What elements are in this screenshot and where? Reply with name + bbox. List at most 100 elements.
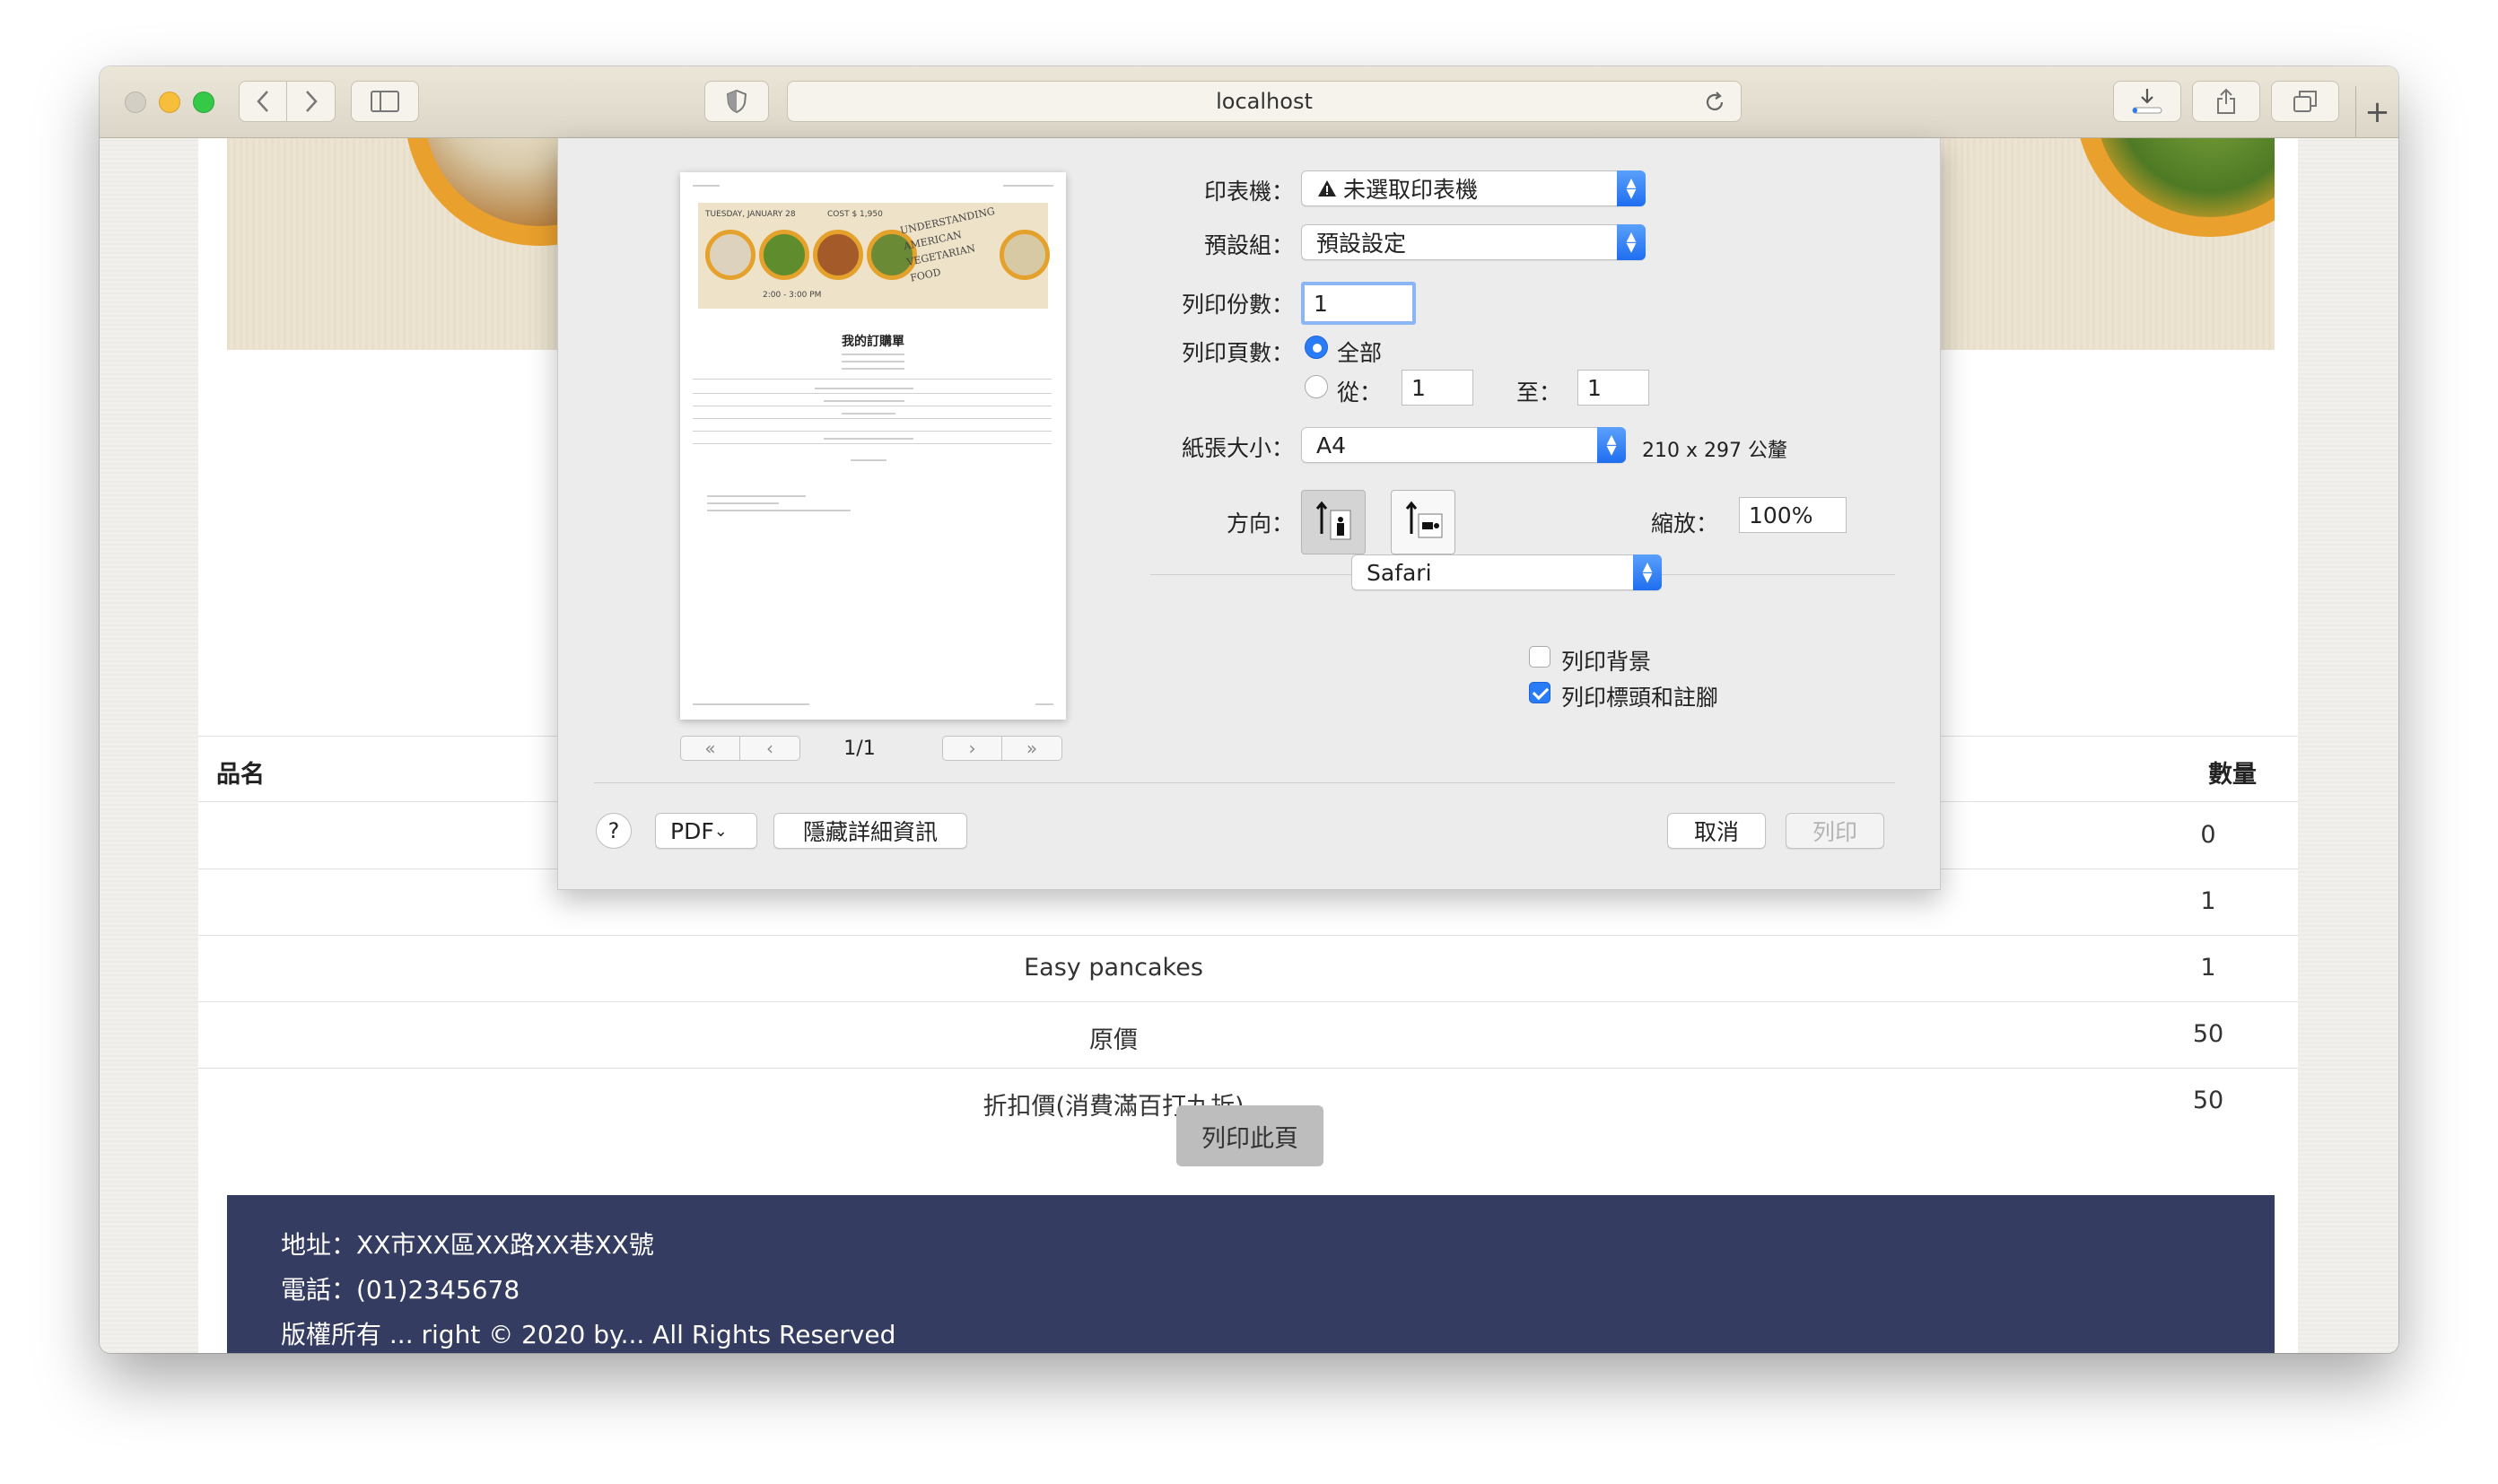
close-window-button[interactable] [125, 92, 146, 113]
table-row: 原價 50 [198, 1002, 2298, 1069]
next-page-button[interactable]: › [943, 737, 1002, 760]
pages-label: 列印頁數： [1181, 340, 1294, 366]
chevron-left-icon [257, 91, 268, 112]
orientation-label: 方向： [1226, 511, 1294, 537]
scale-label: 縮放： [1651, 511, 1719, 537]
preview-first-prev-buttons: « ‹ [680, 736, 800, 761]
web-page: 品名 數量 0 1 Easy pancakes 1 原價 50 折扣價(消費滿百… [100, 138, 2398, 1353]
portrait-orientation-button[interactable] [1301, 490, 1366, 554]
column-header-qty: 數量 [2208, 761, 2257, 789]
pages-from-label: 從： [1337, 380, 1383, 406]
plus-icon: + [2364, 94, 2390, 130]
pdf-label: PDF [670, 817, 714, 844]
print-button[interactable]: 列印 [1786, 813, 1884, 849]
help-button[interactable]: ? [596, 813, 632, 849]
table-row: Easy pancakes 1 [198, 936, 2298, 1002]
bottom-divider [594, 782, 1895, 783]
browser-toolbar: localhost + [100, 66, 2398, 138]
pdf-menu-button[interactable]: PDF ⌄ [655, 813, 757, 849]
paper-size-label: 紙張大小： [1181, 435, 1294, 461]
paper-dimensions: 210 x 297 公釐 [1642, 440, 1787, 462]
last-page-button[interactable]: » [1002, 737, 1061, 760]
url-text: localhost [1216, 89, 1313, 114]
back-button[interactable] [240, 82, 288, 121]
item-qty: 50 [2192, 1020, 2224, 1048]
address-bar[interactable]: localhost [787, 81, 1742, 122]
column-header-name: 品名 [216, 761, 265, 789]
print-section-value: Safari [1367, 559, 1432, 586]
preview-next-last-buttons: › » [942, 736, 1062, 761]
maximize-window-button[interactable] [193, 92, 214, 113]
chevron-down-icon: ⌄ [713, 821, 728, 841]
item-name: 折扣價(消費滿百打九折) [983, 1093, 1245, 1121]
print-headers-footers-checkbox[interactable] [1529, 682, 1550, 703]
printer-value: 未選取印表機 [1343, 177, 1479, 203]
printer-label: 印表機： [1203, 179, 1294, 205]
pages-to-label: 至： [1516, 380, 1562, 406]
preview-page-indicator: 1/1 [843, 738, 876, 760]
preview-banner-time: 2:00 - 3:00 PM [763, 291, 822, 300]
copies-label: 列印份數： [1181, 292, 1294, 318]
paper-size-value: A4 [1316, 432, 1347, 458]
popup-arrows-icon: ▲ ▼ [1617, 170, 1646, 206]
cancel-button[interactable]: 取消 [1667, 813, 1766, 849]
downloads-button[interactable] [2113, 81, 2181, 122]
popup-arrows-icon: ▲ ▼ [1633, 554, 1662, 590]
chevron-right-icon [305, 91, 318, 112]
new-tab-button[interactable]: + [2355, 86, 2398, 138]
print-backgrounds-checkbox[interactable] [1529, 646, 1550, 668]
presets-popup[interactable]: 預設設定 ▲ ▼ [1301, 224, 1646, 260]
landscape-orientation-icon [1405, 501, 1443, 538]
navigation-buttons [239, 81, 336, 122]
privacy-report-button[interactable] [704, 81, 769, 122]
item-name: Easy pancakes [1024, 954, 1203, 982]
print-preview-page: TUESDAY, JANUARY 28 COST $ 1,950 2:00 - … [680, 172, 1066, 720]
pages-to-field[interactable]: 1 [1577, 370, 1649, 406]
pages-range-radio[interactable] [1305, 375, 1328, 398]
minimize-window-button[interactable] [159, 92, 180, 113]
preview-banner-heading: UNDERSTANDING AMERICAN VEGETARIAN FOOD [899, 205, 996, 284]
footer-phone: 電話：(01)2345678 [281, 1275, 520, 1305]
print-page-button[interactable]: 列印此頁 [1176, 1105, 1323, 1166]
first-page-button[interactable]: « [681, 737, 740, 760]
print-headers-footers-label: 列印標頭和註腳 [1561, 685, 1719, 711]
tabs-icon [2293, 91, 2317, 112]
reload-icon[interactable] [1703, 91, 1726, 119]
item-qty: 0 [2200, 821, 2216, 849]
print-section-popup[interactable]: Safari ▲ ▼ [1351, 554, 1662, 590]
preview-doc-title: 我的訂購單 [842, 335, 904, 349]
browser-window: localhost + 品名 數量 0 1 Easy pancakes 1 原價… [100, 66, 2398, 1353]
item-qty: 50 [2192, 1087, 2224, 1114]
tab-overview-button[interactable] [2271, 81, 2339, 122]
print-backgrounds-label: 列印背景 [1561, 649, 1652, 675]
pages-all-label: 全部 [1337, 340, 1383, 366]
footer-copyright: 版權所有 ... right © 2020 by... All Rights R… [281, 1320, 896, 1349]
sidebar-icon [371, 91, 399, 112]
shield-icon [726, 89, 747, 114]
pages-from-field[interactable]: 1 [1402, 370, 1473, 406]
sidebar-button[interactable] [351, 81, 419, 122]
food-plate-image [2075, 138, 2275, 237]
hide-details-button[interactable]: 隱藏詳細資訊 [773, 813, 967, 849]
paper-size-popup[interactable]: A4 ▲ ▼ [1301, 427, 1626, 463]
popup-arrows-icon: ▲ ▼ [1617, 224, 1646, 260]
printer-popup[interactable]: 未選取印表機 ▲ ▼ [1301, 170, 1646, 206]
portrait-orientation-icon [1315, 501, 1351, 540]
share-button[interactable] [2192, 81, 2260, 122]
page-footer: 地址：XX市XX區XX路XX巷XX號 電話：(01)2345678 版權所有 .… [227, 1195, 2275, 1353]
presets-label: 預設組： [1203, 232, 1294, 258]
copies-field[interactable]: 1 [1301, 282, 1416, 325]
landscape-orientation-button[interactable] [1391, 490, 1455, 554]
warning-icon [1318, 180, 1336, 196]
pages-all-radio[interactable] [1305, 336, 1328, 359]
download-icon [2132, 89, 2162, 114]
forward-button[interactable] [287, 82, 335, 121]
previous-page-button[interactable]: ‹ [740, 737, 799, 760]
preview-banner: TUESDAY, JANUARY 28 COST $ 1,950 2:00 - … [698, 203, 1050, 309]
item-qty: 1 [2200, 887, 2216, 915]
scale-field[interactable]: 100% [1739, 497, 1847, 533]
footer-address: 地址：XX市XX區XX路XX巷XX號 [281, 1230, 654, 1260]
preview-banner-price: COST $ 1,950 [827, 210, 883, 219]
share-icon [2217, 88, 2235, 114]
presets-value: 預設設定 [1316, 231, 1407, 257]
